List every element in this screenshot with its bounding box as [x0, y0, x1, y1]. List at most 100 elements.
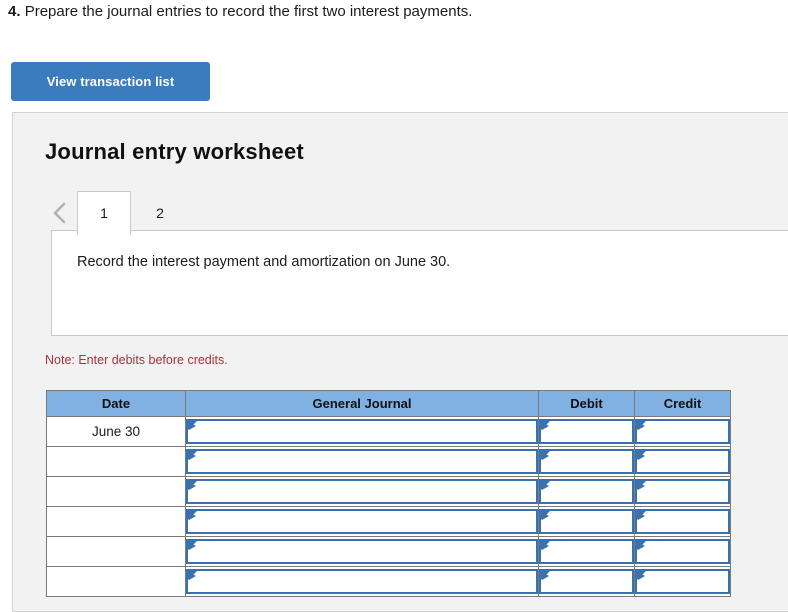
dropdown-arrow-icon: [638, 482, 645, 490]
table-header-row: Date General Journal Debit Credit: [46, 390, 731, 417]
question-number: 4.: [8, 3, 21, 20]
credit-input[interactable]: [635, 509, 730, 534]
dropdown-arrow-icon: [189, 452, 196, 460]
general-journal-input[interactable]: [186, 569, 538, 594]
debit-cell: [538, 506, 635, 537]
debit-cell: [538, 446, 635, 477]
dropdown-marker-icon: [188, 481, 197, 490]
dropdown-marker-icon: [637, 451, 646, 460]
dropdown-arrow-icon: [638, 542, 645, 550]
debit-input[interactable]: [539, 539, 634, 564]
dropdown-marker-icon: [541, 571, 550, 580]
column-header-credit: Credit: [634, 390, 731, 417]
table-row: [46, 566, 731, 597]
debit-input[interactable]: [539, 569, 634, 594]
debit-cell: [538, 536, 635, 567]
general-journal-cell: [185, 446, 539, 477]
dropdown-marker-icon: [637, 541, 646, 550]
table-row: [46, 536, 731, 567]
general-journal-cell: [185, 506, 539, 537]
column-header-general-journal: General Journal: [185, 390, 539, 417]
dropdown-marker-icon: [637, 421, 646, 430]
dropdown-arrow-icon: [638, 422, 645, 430]
dropdown-arrow-icon: [189, 542, 196, 550]
dropdown-arrow-icon: [542, 542, 549, 550]
date-cell: [46, 566, 186, 597]
debit-input[interactable]: [539, 419, 634, 444]
general-journal-input[interactable]: [186, 539, 538, 564]
dropdown-marker-icon: [637, 481, 646, 490]
date-cell: [46, 476, 186, 507]
dropdown-arrow-icon: [189, 572, 196, 580]
debit-input[interactable]: [539, 449, 634, 474]
date-cell: [46, 506, 186, 537]
dropdown-arrow-icon: [189, 482, 196, 490]
question-text: Prepare the journal entries to record th…: [24, 3, 473, 20]
credit-cell: [634, 476, 731, 507]
general-journal-input[interactable]: [186, 479, 538, 504]
credit-input[interactable]: [635, 419, 730, 444]
credit-cell: [634, 446, 731, 477]
credit-cell: [634, 416, 731, 447]
credit-input[interactable]: [635, 539, 730, 564]
tab-entry-1-label: 1: [100, 205, 108, 221]
general-journal-input[interactable]: [186, 419, 538, 444]
journal-entry-worksheet-panel: Journal entry worksheet 1 2 Record the i…: [12, 112, 788, 612]
tab-entry-1[interactable]: 1: [77, 191, 131, 235]
dropdown-marker-icon: [188, 541, 197, 550]
dropdown-marker-icon: [541, 421, 550, 430]
dropdown-arrow-icon: [542, 452, 549, 460]
column-header-date: Date: [46, 390, 186, 417]
general-journal-cell: [185, 416, 539, 447]
debit-input[interactable]: [539, 509, 634, 534]
instruction-text: Record the interest payment and amortiza…: [77, 254, 451, 270]
view-transaction-list-button[interactable]: View transaction list: [11, 62, 210, 101]
credit-cell: [634, 566, 731, 597]
credit-cell: [634, 506, 731, 537]
tab-entry-2[interactable]: 2: [133, 191, 187, 235]
debit-cell: [538, 566, 635, 597]
date-cell: June 30: [46, 416, 186, 447]
dropdown-arrow-icon: [638, 512, 645, 520]
table-row: [46, 446, 731, 477]
column-header-debit: Debit: [538, 390, 635, 417]
table-row: June 30: [46, 416, 731, 447]
general-journal-cell: [185, 566, 539, 597]
question-prompt: 4. Prepare the journal entries to record…: [8, 2, 472, 22]
dropdown-marker-icon: [541, 451, 550, 460]
credit-input[interactable]: [635, 449, 730, 474]
dropdown-marker-icon: [541, 481, 550, 490]
chevron-left-icon[interactable]: [43, 191, 77, 235]
dropdown-arrow-icon: [189, 512, 196, 520]
dropdown-arrow-icon: [638, 452, 645, 460]
credit-input[interactable]: [635, 479, 730, 504]
dropdown-marker-icon: [637, 511, 646, 520]
dropdown-arrow-icon: [542, 572, 549, 580]
journal-entry-table: Date General Journal Debit Credit June 3…: [46, 390, 731, 597]
general-journal-input[interactable]: [186, 509, 538, 534]
credit-cell: [634, 536, 731, 567]
debit-input[interactable]: [539, 479, 634, 504]
worksheet-title: Journal entry worksheet: [45, 139, 304, 164]
tab-entry-2-label: 2: [156, 205, 164, 221]
dropdown-marker-icon: [541, 541, 550, 550]
dropdown-arrow-icon: [542, 482, 549, 490]
debits-before-credits-note: Note: Enter debits before credits.: [45, 353, 228, 367]
debit-cell: [538, 416, 635, 447]
general-journal-cell: [185, 476, 539, 507]
general-journal-input[interactable]: [186, 449, 538, 474]
instruction-box: Record the interest payment and amortiza…: [51, 230, 788, 336]
general-journal-cell: [185, 536, 539, 567]
dropdown-marker-icon: [637, 571, 646, 580]
date-cell: [46, 536, 186, 567]
debit-cell: [538, 476, 635, 507]
dropdown-marker-icon: [188, 451, 197, 460]
table-row: [46, 506, 731, 537]
date-cell: [46, 446, 186, 477]
dropdown-marker-icon: [188, 571, 197, 580]
worksheet-tab-strip: 1 2: [43, 187, 189, 235]
dropdown-marker-icon: [188, 511, 197, 520]
credit-input[interactable]: [635, 569, 730, 594]
table-row: [46, 476, 731, 507]
dropdown-marker-icon: [541, 511, 550, 520]
